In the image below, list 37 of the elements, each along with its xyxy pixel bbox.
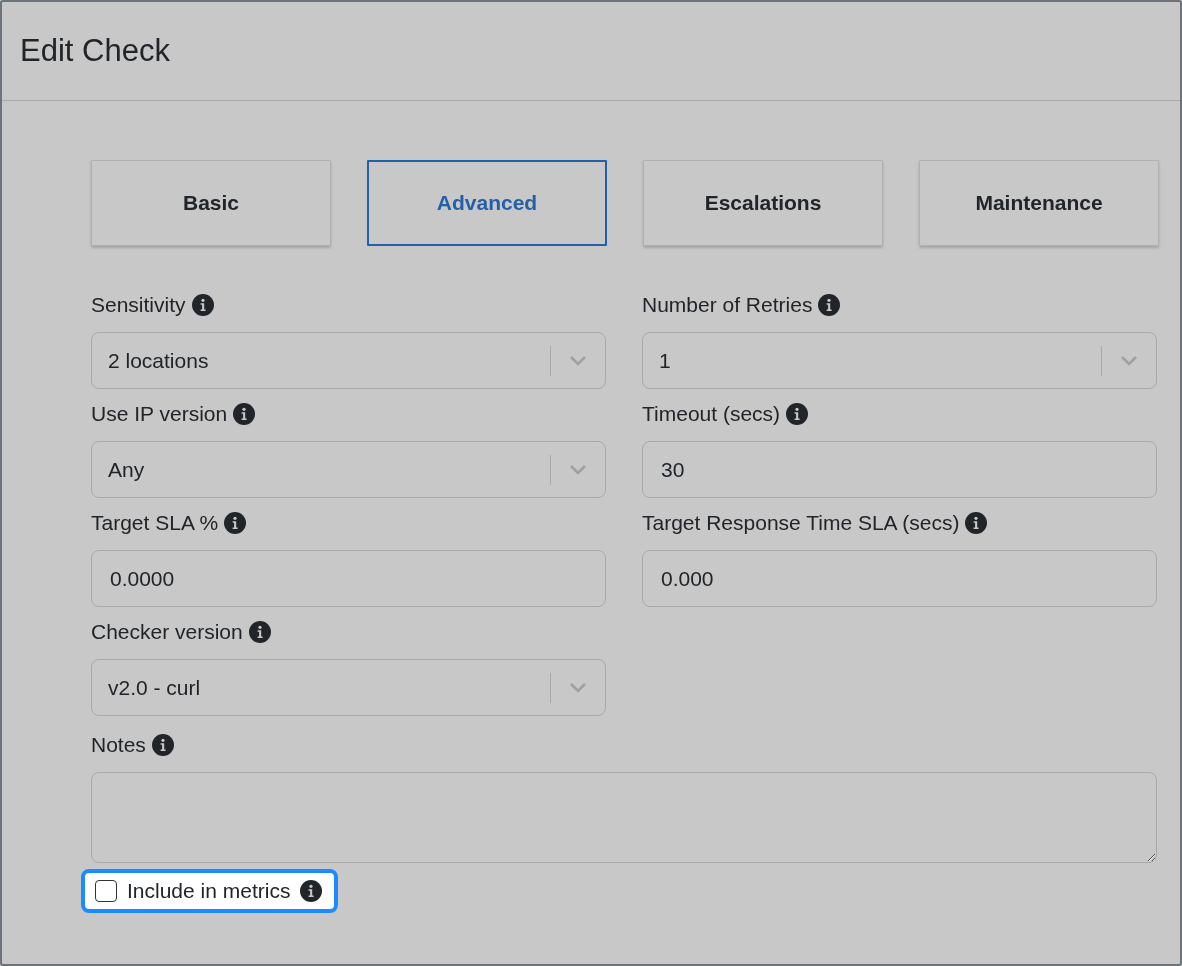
tab[interactable]: Basic [91,160,331,246]
field-label: Timeout (secs) [642,402,781,426]
tab[interactable]: Escalations [643,160,883,246]
field-label: Checker version [91,620,243,644]
field-label: Target SLA % [91,511,219,535]
input-field[interactable]: 30 [642,441,1157,498]
info-icon[interactable] [224,512,247,534]
notes-field[interactable] [91,772,1157,863]
field-label: Use IP version [91,402,228,426]
checkbox[interactable] [95,880,117,902]
chevron-down-icon [569,682,587,694]
info-icon[interactable] [248,621,271,643]
tab[interactable]: Maintenance [919,160,1159,246]
chevron-down-icon [569,355,587,367]
checkbox-label: Include in metrics [127,879,291,903]
window-title: Edit Check [20,33,170,69]
chevron-down-icon [569,464,587,476]
field-label: Target Response Time SLA (secs) [642,511,960,535]
metrics-checkbox[interactable]: Include in metrics [81,869,339,913]
info-icon[interactable] [818,294,841,316]
select-field[interactable]: Any [91,441,606,498]
input-field[interactable]: 0.000 [642,550,1157,607]
select-field[interactable]: v2.0 - curl [91,659,606,716]
info-icon[interactable] [965,512,988,534]
tab[interactable]: Advanced [367,160,607,246]
select-field[interactable]: 2 locations [91,332,606,389]
info-icon[interactable] [300,880,323,902]
select-field[interactable]: 1 [642,332,1157,389]
info-icon[interactable] [233,403,256,425]
field-label: Sensitivity [91,293,186,317]
info-icon[interactable] [786,403,809,425]
info-icon[interactable] [151,734,174,756]
info-icon[interactable] [191,294,214,316]
field-label: Notes [91,733,146,757]
field-label: Number of Retries [642,293,813,317]
input-field[interactable]: 0.0000 [91,550,606,607]
chevron-down-icon [1120,355,1138,367]
